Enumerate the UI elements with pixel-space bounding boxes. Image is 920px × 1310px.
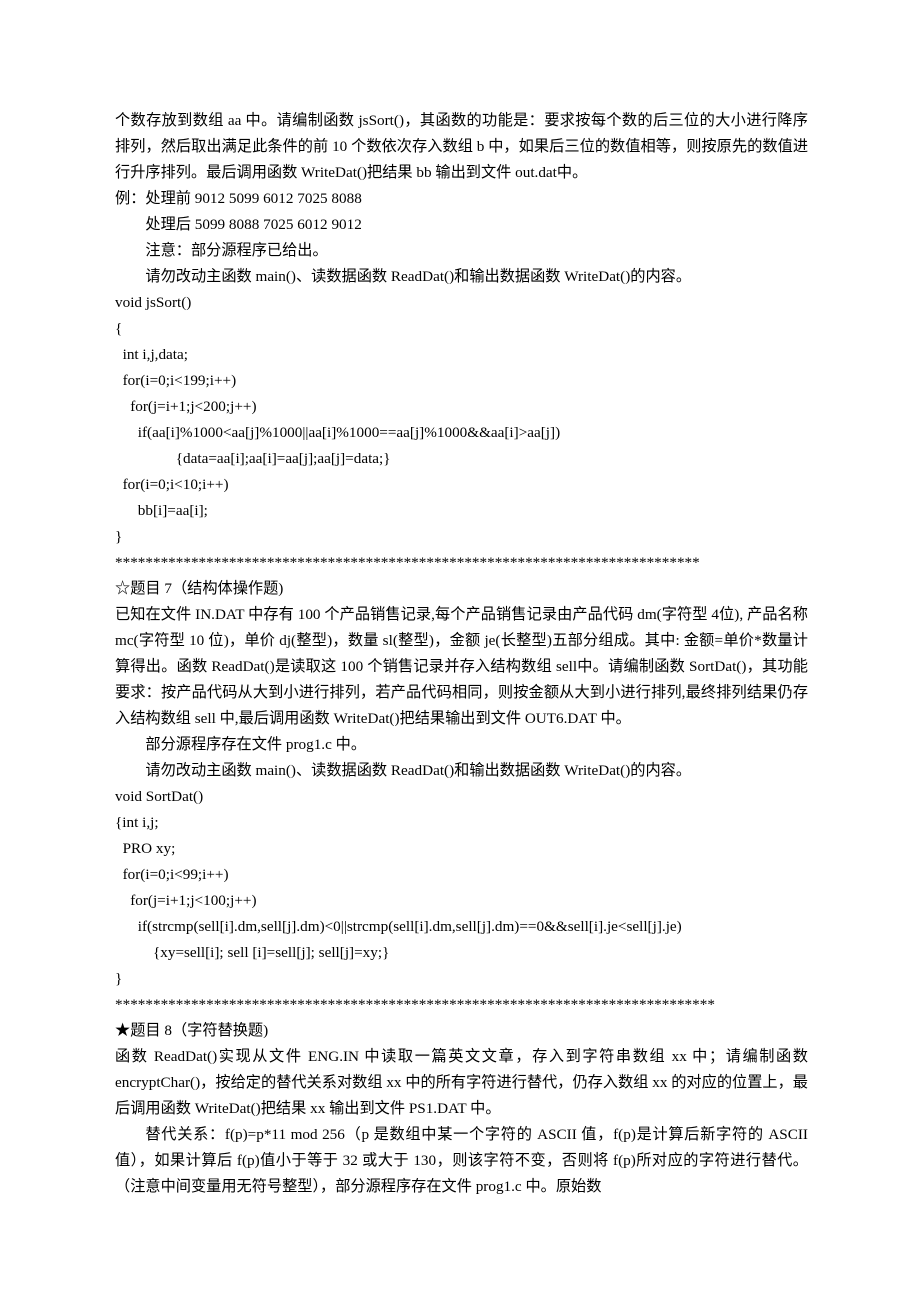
note-given-code: 注意：部分源程序已给出。 <box>115 238 808 264</box>
title-question-8: ★题目 8（字符替换题) <box>115 1018 808 1044</box>
separator-1: ****************************************… <box>115 550 808 576</box>
example-before: 例：处理前 9012 5099 6012 7025 8088 <box>115 186 808 212</box>
question-8-rule: 替代关系：f(p)=p*11 mod 256（p 是数组中某一个字符的 ASCI… <box>115 1122 808 1200</box>
note-do-not-modify: 请勿改动主函数 main()、读数据函数 ReadDat()和输出数据函数 Wr… <box>115 264 808 290</box>
question-8-body: 函数 ReadDat()实现从文件 ENG.IN 中读取一篇英文文章，存入到字符… <box>115 1044 808 1122</box>
document-page: 个数存放到数组 aa 中。请编制函数 jsSort()，其函数的功能是：要求按每… <box>0 0 920 1310</box>
title-question-7: ☆题目 7（结构体操作题) <box>115 576 808 602</box>
example-after: 处理后 5099 8088 7025 6012 9012 <box>115 212 808 238</box>
code-sortdat: void SortDat() {int i,j; PRO xy; for(i=0… <box>115 784 808 992</box>
question-7-note-2: 请勿改动主函数 main()、读数据函数 ReadDat()和输出数据函数 Wr… <box>115 758 808 784</box>
question-7-note-1: 部分源程序存在文件 prog1.c 中。 <box>115 732 808 758</box>
intro-paragraph: 个数存放到数组 aa 中。请编制函数 jsSort()，其函数的功能是：要求按每… <box>115 108 808 186</box>
separator-2: ****************************************… <box>115 992 808 1018</box>
question-7-body: 已知在文件 IN.DAT 中存有 100 个产品销售记录,每个产品销售记录由产品… <box>115 602 808 732</box>
code-jssort: void jsSort() { int i,j,data; for(i=0;i<… <box>115 290 808 550</box>
